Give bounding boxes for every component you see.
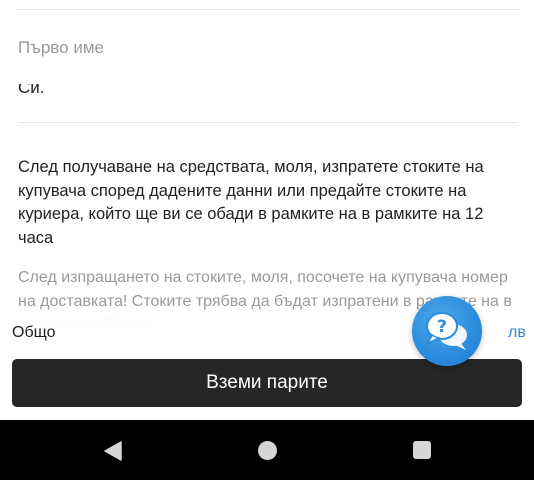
first-name-field[interactable]: Си.: [18, 84, 78, 100]
nav-recents-icon[interactable]: [413, 441, 431, 459]
nav-home-icon[interactable]: [258, 441, 277, 460]
nav-back-icon[interactable]: [104, 441, 122, 461]
question-mark-glyph: ?: [437, 317, 447, 337]
app-screen: Първо име Си. След получаване на средств…: [0, 0, 534, 480]
field-divider: [18, 122, 518, 123]
first-name-value: Си.: [18, 84, 45, 97]
question-chat-icon: ?: [426, 312, 467, 350]
help-chat-button[interactable]: ?: [412, 296, 482, 366]
withdraw-money-button[interactable]: Вземи парите: [12, 359, 522, 407]
total-currency: лв: [508, 324, 526, 341]
total-label: Общо: [12, 324, 56, 341]
top-divider: [18, 9, 518, 10]
shipping-instructions: След получаване на средствата, моля, изп…: [18, 158, 484, 247]
first-name-label: Първо име: [18, 38, 104, 57]
